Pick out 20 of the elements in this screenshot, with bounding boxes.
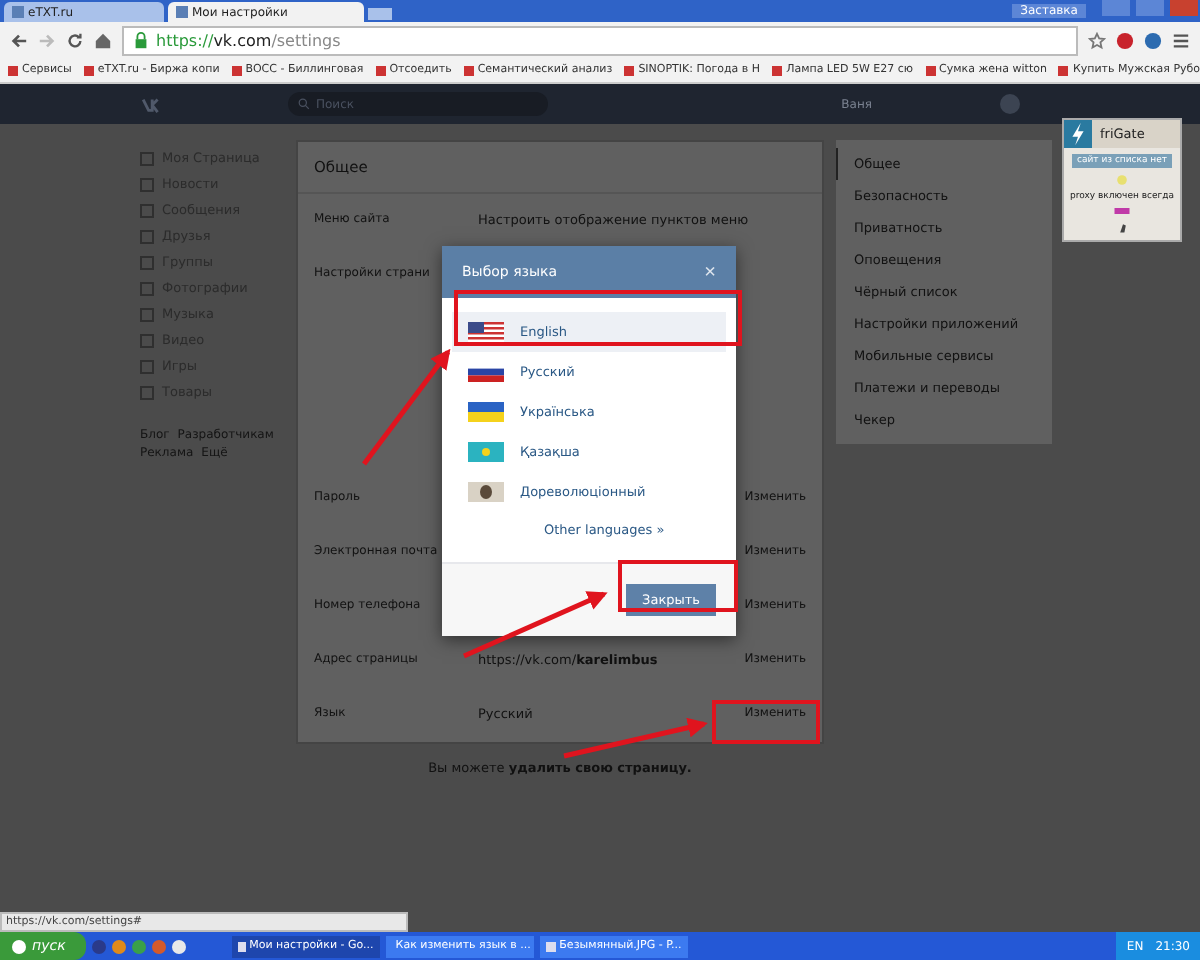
- search-icon: [298, 98, 310, 110]
- address-field[interactable]: https://vk.com/settings: [122, 25, 1078, 55]
- back-icon[interactable]: [10, 31, 28, 49]
- avatar[interactable]: [1000, 94, 1020, 114]
- lock-icon: [132, 31, 150, 49]
- home-icon[interactable]: [94, 31, 112, 49]
- highlight-frame: [712, 700, 820, 744]
- reload-icon[interactable]: [66, 31, 84, 49]
- arrow: [362, 348, 451, 466]
- flag-icon: [468, 482, 504, 502]
- forward-icon[interactable]: [38, 31, 56, 49]
- star-icon[interactable]: [1088, 31, 1106, 49]
- flag-icon: [468, 322, 504, 342]
- lightning-icon: [1064, 120, 1092, 148]
- flag-icon: [468, 402, 504, 422]
- smiley-icon: [1116, 174, 1128, 186]
- menu-icon[interactable]: [1172, 31, 1190, 49]
- flag-icon: [468, 442, 504, 462]
- highlight-frame: [618, 560, 738, 612]
- close-button[interactable]: ×: [704, 261, 716, 283]
